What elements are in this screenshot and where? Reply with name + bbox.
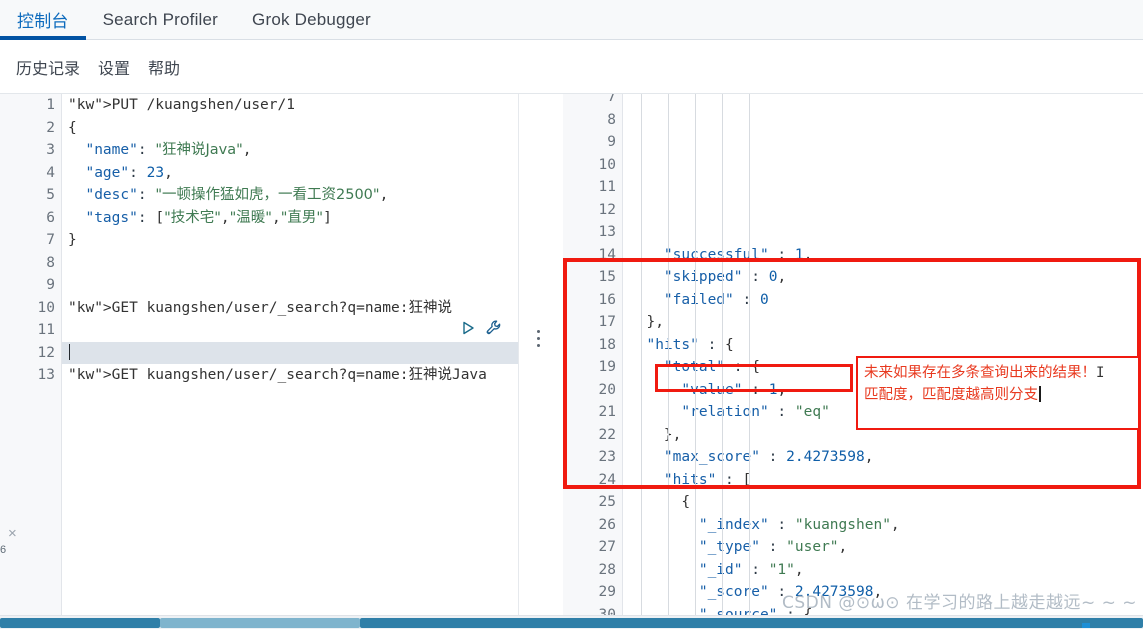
code-line[interactable]: "_type" : "user",	[623, 536, 1143, 559]
kibana-dev-tools-console: 控制台 Search Profiler Grok Debugger 历史记录 设…	[0, 0, 1143, 629]
line-number: 6	[46, 209, 55, 226]
menu-item-settings[interactable]: 设置	[98, 55, 130, 79]
code-line[interactable]: "successful" : 1,	[623, 244, 1143, 267]
line-number: 25	[598, 494, 616, 510]
code-line[interactable]: "name": "狂神说Java",	[62, 139, 518, 162]
code-line[interactable]	[62, 252, 518, 275]
line-number: 26	[598, 516, 616, 533]
code-line[interactable]: "hits" : {	[623, 334, 1143, 357]
tab-search-profiler[interactable]: Search Profiler	[86, 0, 235, 39]
wrench-icon[interactable]	[485, 319, 503, 337]
line-number: 1	[46, 97, 55, 113]
response-code[interactable]: "successful" : 1, "skipped" : 0, "failed…	[623, 94, 1143, 615]
request-actions	[460, 319, 503, 337]
drag-handle-icon[interactable]	[537, 330, 540, 347]
line-number: 7▴	[0, 229, 68, 252]
line-number: 14	[598, 246, 616, 263]
line-number: 10▴	[563, 154, 630, 177]
annotation-callout-text-1: 未来如果存在多条查询出来的结果！	[864, 365, 1096, 381]
line-number: 2▾	[0, 117, 68, 140]
close-icon[interactable]: ×	[8, 526, 17, 541]
line-number: 9	[46, 277, 55, 293]
line-number: 30	[598, 606, 616, 616]
code-line[interactable]	[62, 341, 518, 364]
line-number: 24	[598, 471, 616, 488]
line-number: 18▾	[563, 334, 630, 357]
caret-icon	[1039, 386, 1041, 402]
tab-grok-debugger-label: Grok Debugger	[252, 9, 371, 29]
line-number: 21	[598, 404, 616, 420]
response-pane[interactable]: 7 8 9 10▴11▾12▾ 13 14 15▴ 16 17▾18▾ 19 20 21 22 23▾ 24…	[563, 94, 1143, 615]
menu-item-history[interactable]: 历史记录	[16, 55, 80, 79]
line-number: 11	[37, 322, 55, 338]
code-line[interactable]: "kw">PUT /kuangshen/user/1	[62, 94, 518, 117]
console-panes: 12▾34567▴8910111213 "kw">PUT /kuangshen/…	[0, 94, 1143, 615]
scrollbar-thumb-right[interactable]	[360, 618, 1143, 628]
line-number: 22	[598, 426, 616, 443]
line-number: 16	[598, 291, 616, 308]
annotation-callout-text-2: 匹配度，匹配度越高则分支	[864, 387, 1038, 403]
line-number: 28	[598, 561, 616, 578]
code-line[interactable]: "kw">GET kuangshen/user/_search?q=name:狂…	[62, 297, 518, 320]
side-stub-label: 6	[0, 544, 7, 556]
line-number: 12▾	[563, 199, 630, 222]
code-line[interactable]: "_id" : "1",	[623, 559, 1143, 582]
line-number: 13	[598, 224, 616, 240]
response-gutter: 7 8 9 10▴11▾12▾ 13 14 15▴ 16 17▾18▾ 19 20 21 22 23▾ 24…	[563, 94, 630, 616]
scrollbar-thumb-left[interactable]	[0, 618, 160, 628]
line-number: 5	[46, 187, 55, 203]
annotation-callout: 未来如果存在多条查询出来的结果！I 匹配度，匹配度越高则分支	[856, 356, 1140, 430]
line-number: 23▾	[563, 446, 630, 469]
line-number: 4	[46, 164, 55, 181]
code-line[interactable]: },	[623, 311, 1143, 334]
code-line[interactable]: "kw">GET kuangshen/user/_search?q=name:狂…	[62, 364, 518, 387]
code-line[interactable]: {	[623, 491, 1143, 514]
code-line[interactable]: "desc": "一顿操作猛如虎，一看工资2500",	[62, 184, 518, 207]
request-code[interactable]: "kw">PUT /kuangshen/user/1{ "name": "狂神说…	[62, 94, 518, 615]
annotation-callout-line-2: 匹配度，匹配度越高则分支	[864, 384, 1132, 406]
scrollbar-thumb-mid[interactable]	[160, 618, 360, 628]
line-number: 15▴	[563, 266, 630, 289]
play-icon[interactable]	[460, 320, 476, 336]
code-line[interactable]: "age": 23,	[62, 162, 518, 185]
console-menu-bar: 历史记录 设置 帮助	[0, 40, 1143, 94]
horizontal-scrollbar[interactable]	[0, 615, 1143, 629]
code-line[interactable]: {	[62, 117, 518, 140]
line-number: 17▾	[563, 311, 630, 334]
code-line[interactable]: "skipped" : 0,	[623, 266, 1143, 289]
line-number: 10	[37, 299, 55, 316]
top-tab-bar: 控制台 Search Profiler Grok Debugger	[0, 0, 1143, 40]
line-number: 3	[46, 142, 55, 158]
line-number: 7	[607, 94, 616, 105]
line-number: 11▾	[563, 176, 630, 199]
line-number: 20	[598, 381, 616, 398]
menu-item-help[interactable]: 帮助	[148, 55, 180, 79]
pane-splitter[interactable]	[519, 94, 563, 615]
line-number: 8	[46, 254, 55, 271]
watermark: CSDN @⊙ω⊙ 在学习的路上越走越远~ ~ ~	[781, 593, 1137, 613]
code-line[interactable]	[62, 274, 518, 297]
line-number: 8	[607, 111, 616, 128]
code-line[interactable]	[62, 319, 518, 342]
tab-console-label: 控制台	[17, 12, 69, 31]
request-editor-pane[interactable]: 1 2▾ 3 4 5 6 7▴ 8 9 10 11 12 13 "kw">PUT /kuangshen/…	[0, 94, 519, 615]
line-number: 29	[598, 584, 616, 600]
tab-grok-debugger[interactable]: Grok Debugger	[235, 0, 388, 39]
code-line[interactable]: "hits" : [	[623, 469, 1143, 492]
code-line[interactable]: "tags": ["技术宅","温暖","直男"]	[62, 207, 518, 230]
code-line[interactable]: "max_score" : 2.4273598,	[623, 446, 1143, 469]
line-number: 13	[37, 367, 55, 383]
text-cursor-icon: I	[1096, 365, 1105, 381]
code-line[interactable]: "_index" : "kuangshen",	[623, 514, 1143, 537]
line-number: 19	[598, 359, 616, 375]
annotation-callout-line-1: 未来如果存在多条查询出来的结果！I	[864, 362, 1132, 384]
code-line[interactable]: }	[62, 229, 518, 252]
code-line[interactable]: "failed" : 0	[623, 289, 1143, 312]
tab-console[interactable]: 控制台	[0, 0, 86, 40]
line-number: 12	[37, 344, 55, 361]
line-number: 9	[607, 134, 616, 150]
line-number: 27▾	[563, 536, 630, 559]
scrollbar-tick	[1082, 623, 1090, 628]
tab-search-profiler-label: Search Profiler	[102, 9, 219, 29]
